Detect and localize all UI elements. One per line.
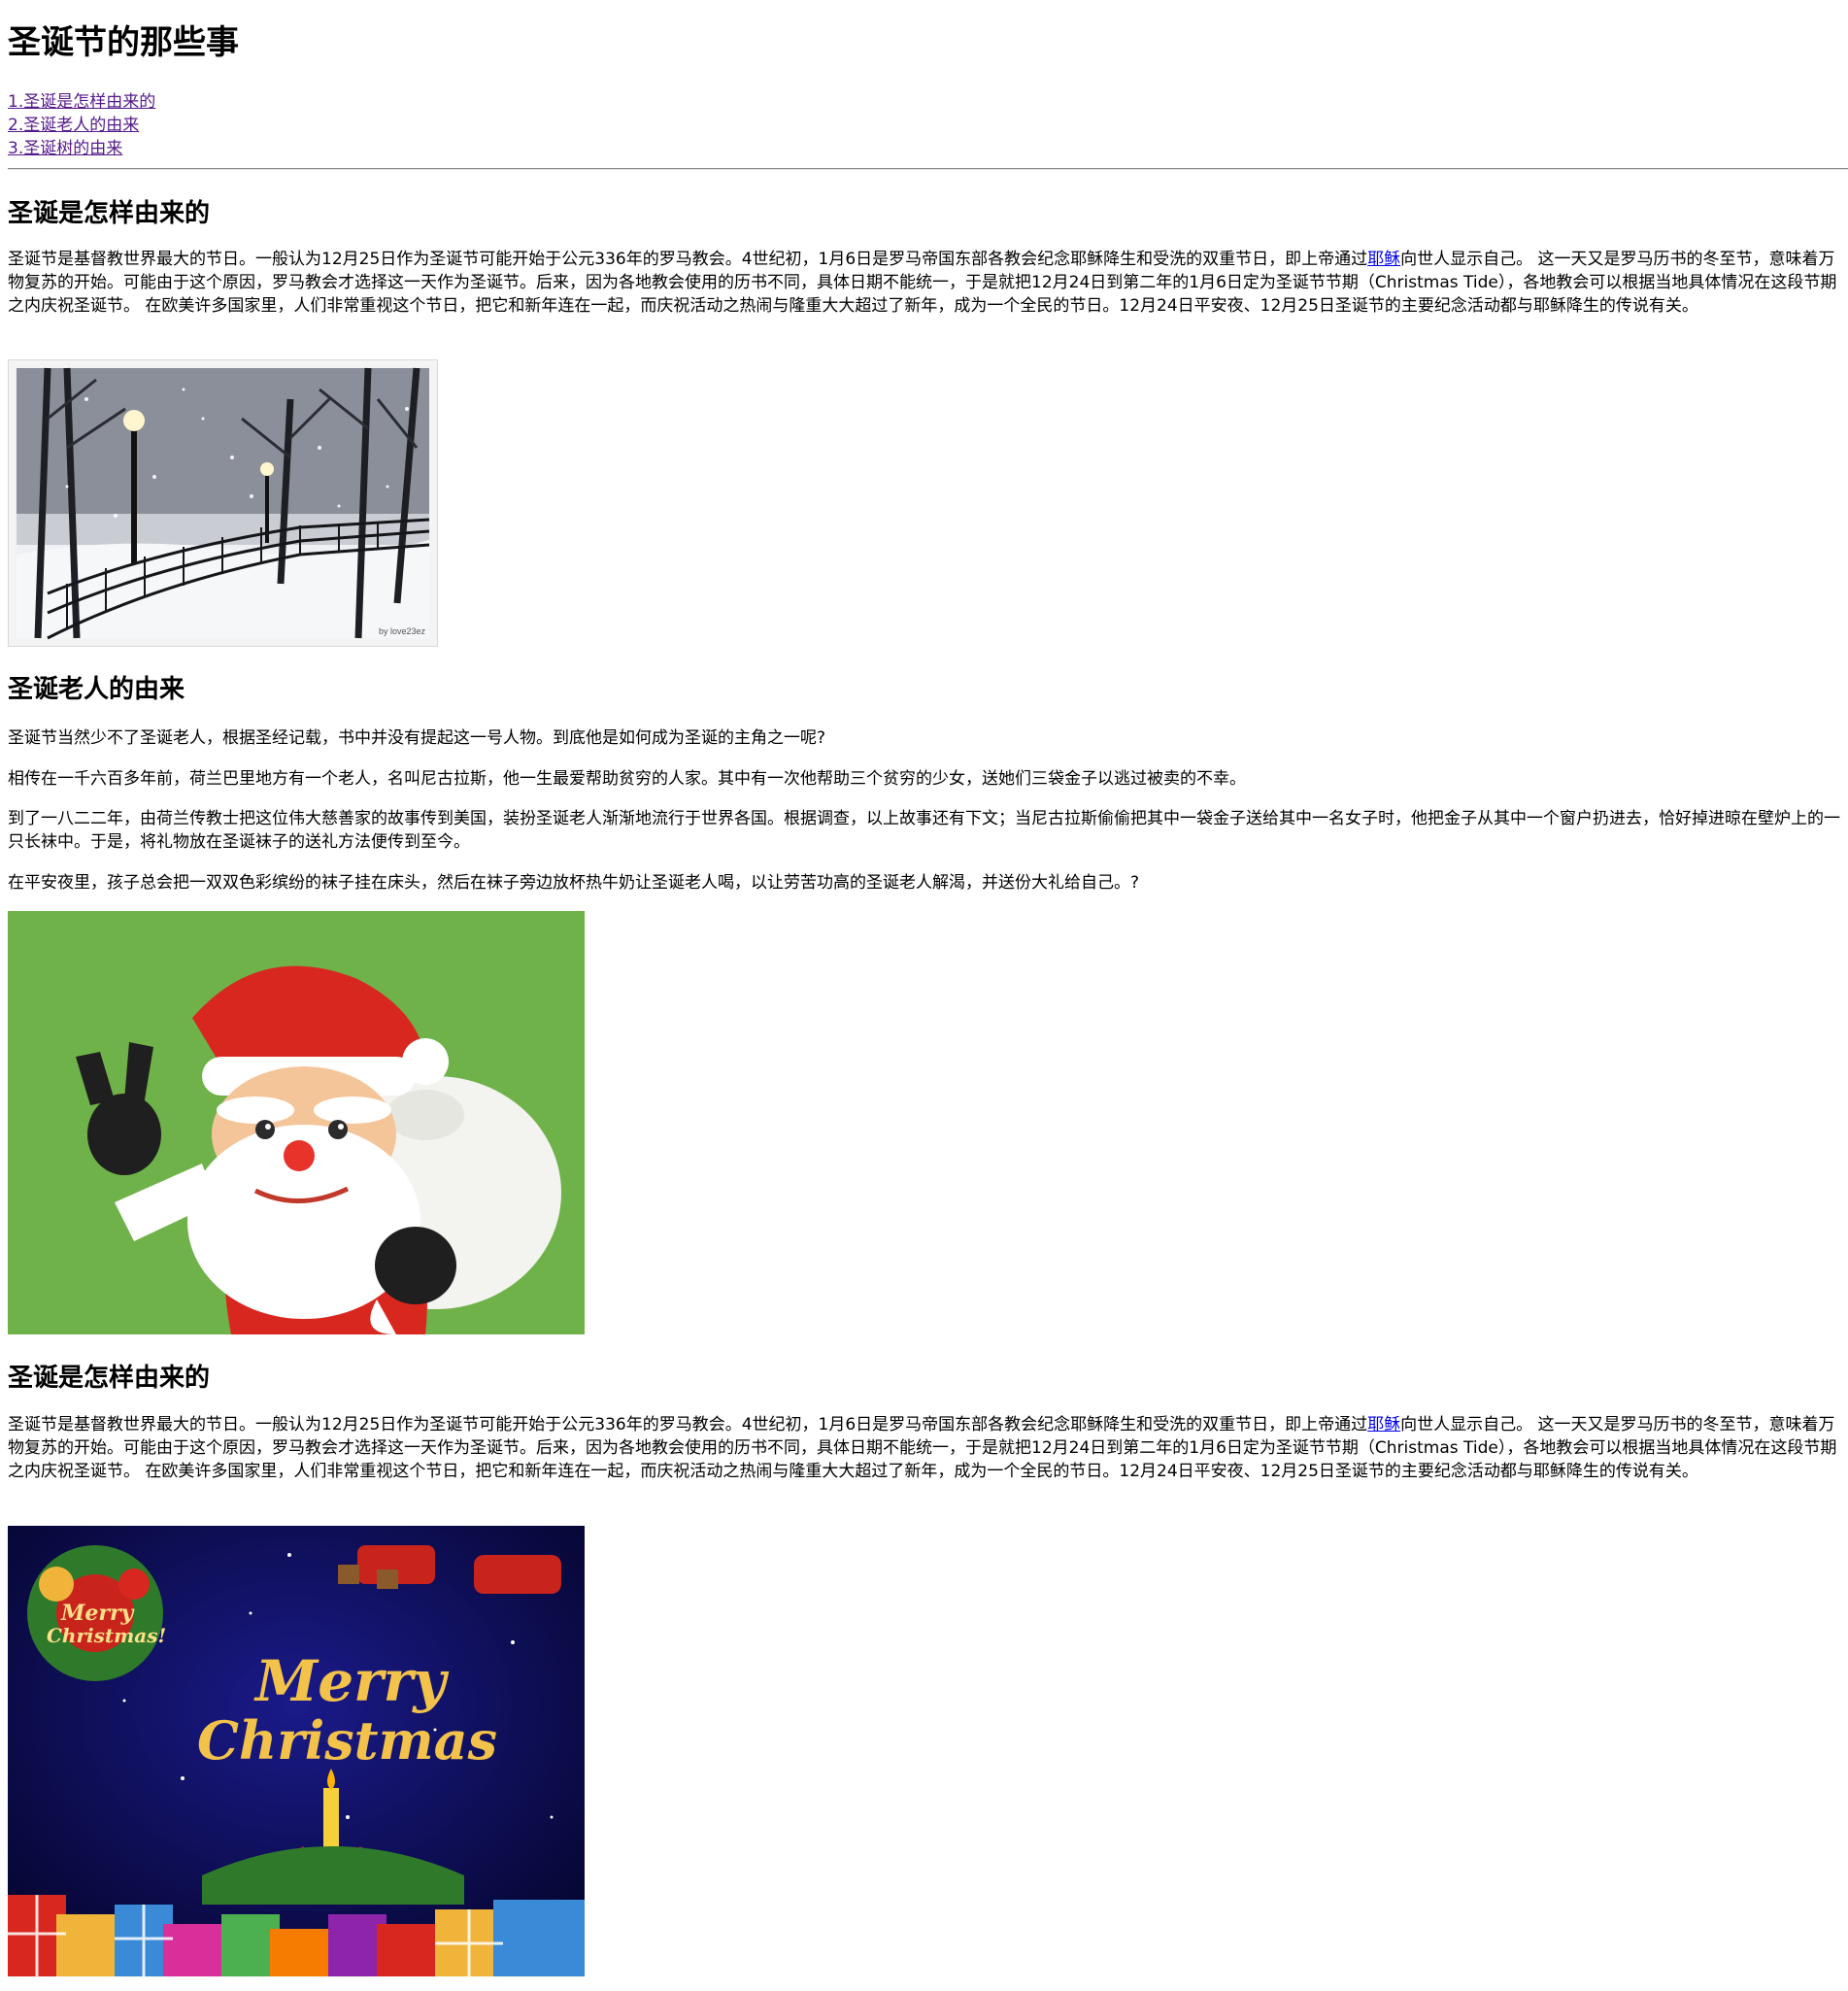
merry-christmas-poster-image: Merry Christmas Merry Christmas! (8, 1526, 585, 1976)
jesus-link[interactable]: 耶稣 (1367, 250, 1400, 269)
table-of-contents: 1.圣诞是怎样由来的 2.圣诞老人的由来 3.圣诞树的由来 (8, 90, 155, 160)
section-heading-origin-repeat: 圣诞是怎样由来的 (8, 1364, 211, 1393)
toc-link-tree[interactable]: 3.圣诞树的由来 (8, 137, 155, 160)
santa-paragraph-3: 到了一八二二年，由荷兰传教士把这位伟大慈善家的故事传到美国，装扮圣诞老人渐渐地流… (8, 809, 1840, 852)
jesus-link-repeat[interactable]: 耶稣 (1367, 1415, 1400, 1434)
poster-small-christmas: Christmas! (47, 1624, 167, 1647)
toc-link-origin[interactable]: 1.圣诞是怎样由来的 (8, 90, 155, 114)
santa-paragraph-2: 相传在一千六百多年前，荷兰巴里地方有一个老人，名叫尼古拉斯，他一生最爱帮助贫穷的… (8, 769, 1246, 789)
paragraph-text: 圣诞节是基督教世界最大的节日。一般认为12月25日作为圣诞节可能开始于公元336… (8, 250, 1368, 269)
paragraph-text: 圣诞节是基督教世界最大的节日。一般认为12月25日作为圣诞节可能开始于公元336… (8, 1415, 1368, 1434)
image-watermark: by love23ez (378, 626, 425, 636)
poster-small-merry: Merry (61, 1601, 134, 1626)
page: 圣诞节的那些事 1.圣诞是怎样由来的 2.圣诞老人的由来 3.圣诞树的由来 圣诞… (0, 0, 1848, 1991)
snowy-park-image: by love23ez (8, 359, 438, 647)
poster-title-merry: Merry (255, 1648, 446, 1714)
santa-paragraph-4: 在平安夜里，孩子总会把一双双色彩缤纷的袜子挂在床头，然后在袜子旁边放杯热牛奶让圣… (8, 873, 1140, 893)
page-title: 圣诞节的那些事 (8, 23, 239, 62)
horizontal-divider (8, 168, 1848, 170)
santa-claus-image (8, 911, 585, 1334)
section-paragraph-origin-repeat: 圣诞节是基督教世界最大的节日。一般认为12月25日作为圣诞节可能开始于公元336… (8, 1413, 1848, 1483)
section-heading-origin: 圣诞是怎样由来的 (8, 199, 211, 228)
poster-title-christmas: Christmas (197, 1709, 498, 1772)
toc-link-santa[interactable]: 2.圣诞老人的由来 (8, 114, 155, 137)
section-heading-santa: 圣诞老人的由来 (8, 675, 185, 704)
santa-paragraph-1: 圣诞节当然少不了圣诞老人，根据圣经记载，书中并没有提起这一号人物。到底他是如何成… (8, 728, 826, 748)
section-paragraph-origin: 圣诞节是基督教世界最大的节日。一般认为12月25日作为圣诞节可能开始于公元336… (8, 248, 1848, 318)
